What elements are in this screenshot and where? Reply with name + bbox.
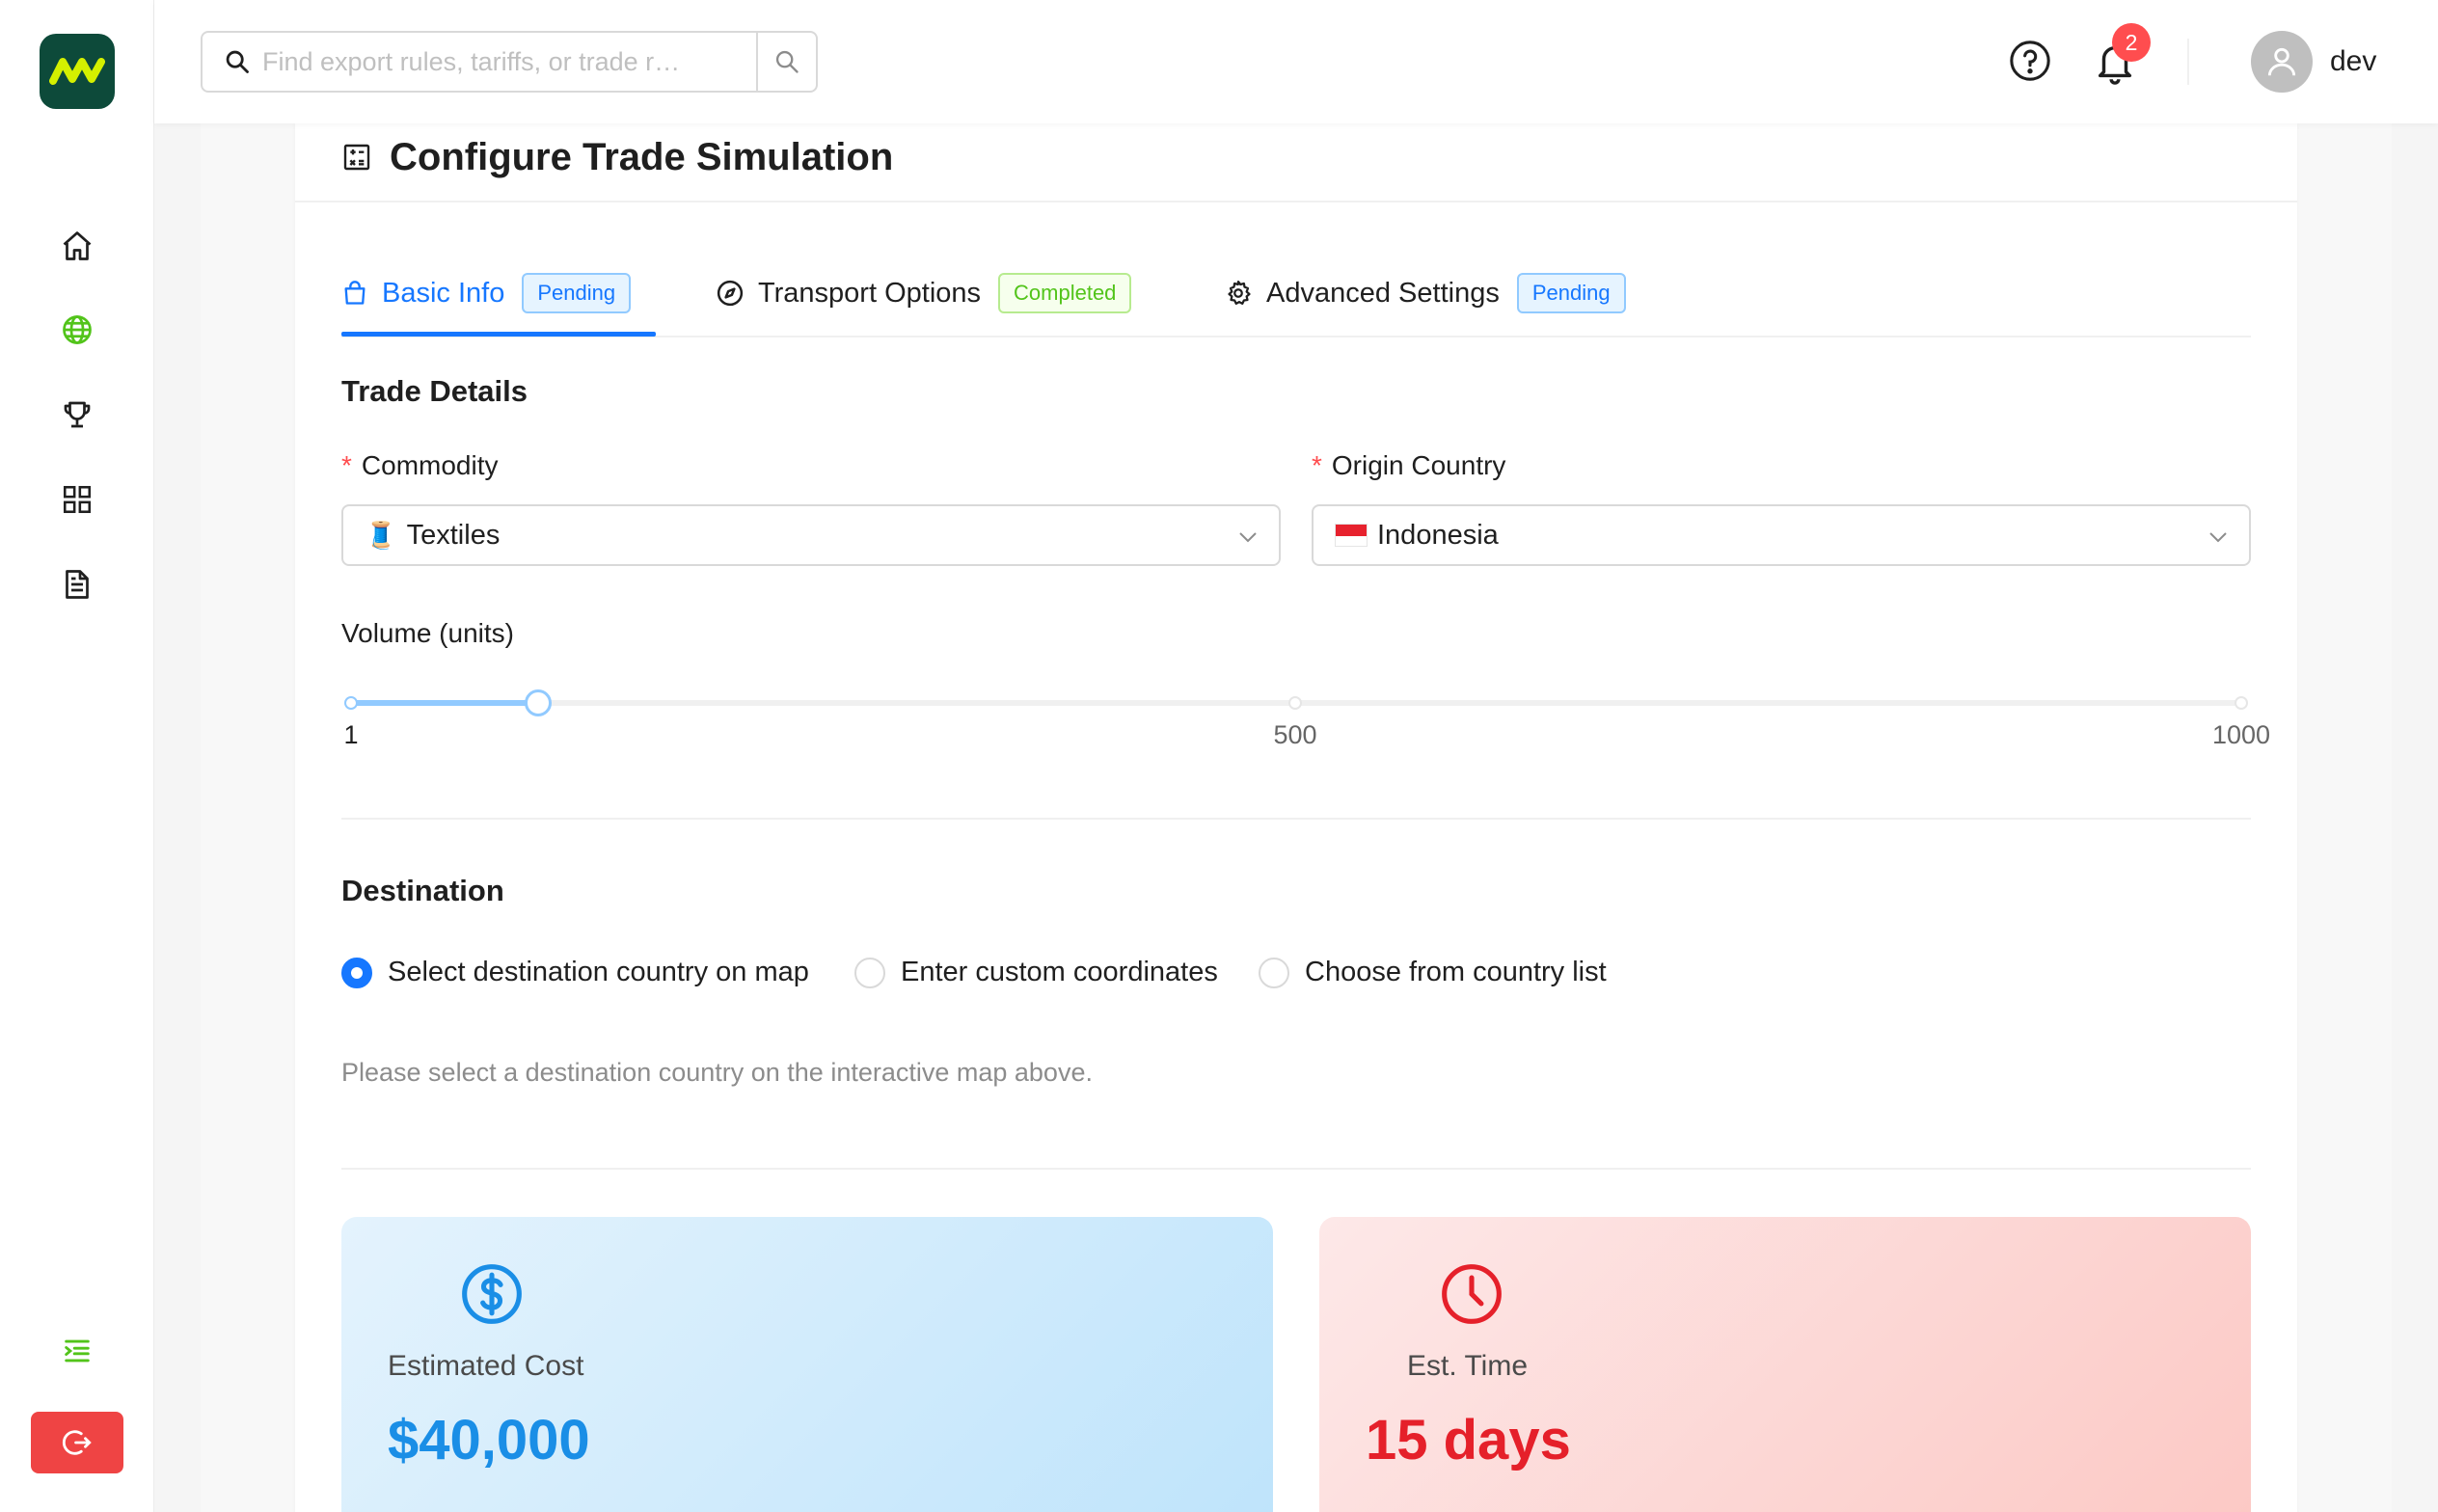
chevron-down-icon bbox=[1239, 532, 1257, 543]
slider-mark: 1000 bbox=[2211, 720, 2271, 749]
radio-button bbox=[341, 957, 372, 988]
tab-advanced-settings[interactable]: Advanced Settings Pending bbox=[1224, 256, 1626, 330]
slider-mark: 500 bbox=[1273, 720, 1317, 749]
tab-basic-info[interactable]: Basic Info Pending bbox=[341, 256, 632, 330]
radio-label: Select destination country on map bbox=[388, 957, 809, 987]
radio-country-list[interactable]: Choose from country list bbox=[1259, 957, 1607, 988]
estimated-cost-value: $40,000 bbox=[388, 1409, 590, 1472]
card-header: Configure Trade Simulation bbox=[295, 123, 2297, 202]
nav-home-icon[interactable] bbox=[54, 223, 100, 269]
slider-dot bbox=[1288, 696, 1302, 710]
volume-label: Volume (units) bbox=[341, 618, 514, 648]
estimated-time-label: Est. Time bbox=[1407, 1350, 1529, 1382]
radio-custom-coordinates[interactable]: Enter custom coordinates bbox=[854, 957, 1218, 988]
tab-label: Basic Info bbox=[382, 277, 505, 309]
user-name: dev bbox=[2330, 45, 2377, 77]
tab-transport-options[interactable]: Transport Options Completed bbox=[716, 256, 1132, 330]
active-tab-indicator bbox=[341, 332, 656, 337]
origin-label: * Origin Country bbox=[1312, 450, 1505, 481]
commodity-label-text: Commodity bbox=[361, 450, 499, 480]
search-icon bbox=[226, 50, 249, 73]
section-divider bbox=[341, 818, 2251, 820]
avatar bbox=[2251, 31, 2313, 93]
required-mark: * bbox=[341, 450, 352, 480]
slider-track bbox=[351, 700, 539, 706]
slider-mark: 1 bbox=[343, 720, 359, 749]
required-mark: * bbox=[1312, 450, 1322, 480]
calculator-icon bbox=[343, 144, 370, 171]
logout-button[interactable] bbox=[31, 1412, 123, 1473]
tab-label: Advanced Settings bbox=[1266, 277, 1500, 309]
search-bar bbox=[201, 31, 818, 93]
destination-hint: Please select a destination country on t… bbox=[341, 1058, 1093, 1087]
commodity-label: * Commodity bbox=[341, 450, 499, 481]
nav-globe-icon[interactable] bbox=[54, 307, 100, 353]
user-icon bbox=[2267, 47, 2296, 76]
commodity-select[interactable]: 🧵 Textiles bbox=[341, 504, 1281, 566]
radio-select-on-map[interactable]: Select destination country on map bbox=[341, 957, 809, 988]
origin-label-text: Origin Country bbox=[1331, 450, 1506, 480]
trade-details-title: Trade Details bbox=[341, 374, 528, 408]
logo-wave-icon bbox=[49, 58, 105, 85]
top-header: 2 dev bbox=[154, 0, 2438, 123]
search-input[interactable] bbox=[262, 46, 687, 77]
chevron-down-icon bbox=[2209, 532, 2227, 543]
collapse-menu-icon[interactable] bbox=[54, 1328, 100, 1374]
slider-dot bbox=[344, 696, 358, 710]
indonesia-flag-icon bbox=[1335, 524, 1368, 547]
page-title: Configure Trade Simulation bbox=[390, 135, 894, 178]
nav-dashboard-icon[interactable] bbox=[54, 476, 100, 523]
dollar-icon bbox=[462, 1264, 522, 1324]
sidebar bbox=[0, 0, 154, 1512]
clock-icon bbox=[1442, 1264, 1502, 1324]
nav-document-icon[interactable] bbox=[54, 561, 100, 608]
search-button[interactable] bbox=[756, 33, 816, 91]
status-badge: Pending bbox=[1516, 273, 1626, 313]
compass-icon bbox=[717, 280, 744, 307]
origin-country-select[interactable]: Indonesia bbox=[1312, 504, 2251, 566]
commodity-icon: 🧵 bbox=[365, 521, 397, 550]
app-logo[interactable] bbox=[40, 34, 115, 109]
radio-button bbox=[1259, 957, 1289, 988]
logout-icon bbox=[62, 1430, 92, 1455]
estimated-time-value: 15 days bbox=[1366, 1409, 1571, 1472]
destination-title: Destination bbox=[341, 874, 504, 907]
user-menu[interactable]: dev bbox=[2251, 31, 2376, 93]
status-badge: Completed bbox=[998, 273, 1132, 313]
status-badge: Pending bbox=[522, 273, 632, 313]
estimated-time-card: Est. Time 15 days bbox=[1319, 1217, 2251, 1512]
radio-label: Enter custom coordinates bbox=[901, 957, 1218, 987]
radio-label: Choose from country list bbox=[1305, 957, 1607, 987]
radio-button bbox=[854, 957, 885, 988]
notification-badge: 2 bbox=[2112, 23, 2151, 62]
tab-label: Transport Options bbox=[758, 277, 982, 309]
nav-trophy-icon[interactable] bbox=[54, 392, 100, 438]
shopping-bag-icon bbox=[344, 281, 366, 305]
estimated-cost-label: Estimated Cost bbox=[388, 1350, 584, 1382]
commodity-value: Textiles bbox=[406, 519, 501, 551]
slider-dot bbox=[2235, 696, 2248, 710]
search-field bbox=[203, 33, 756, 91]
search-icon bbox=[775, 50, 799, 73]
header-divider bbox=[2187, 39, 2189, 85]
origin-value: Indonesia bbox=[1377, 519, 1499, 551]
help-icon[interactable] bbox=[2008, 39, 2052, 83]
gear-icon bbox=[1228, 281, 1251, 305]
section-divider bbox=[341, 1168, 2251, 1170]
estimated-cost-card: Estimated Cost $40,000 bbox=[341, 1217, 1273, 1512]
